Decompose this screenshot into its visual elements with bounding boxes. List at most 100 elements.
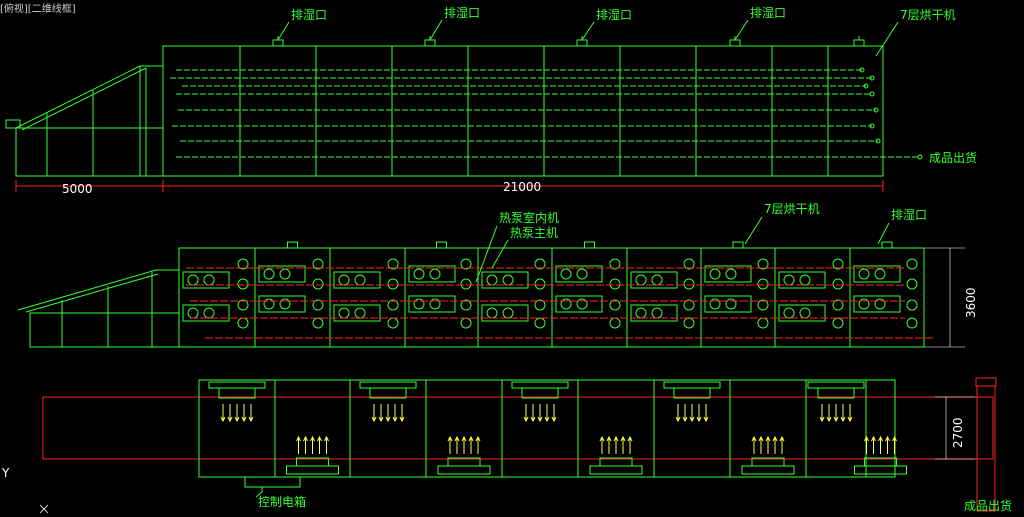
exhaust-label-side: 排湿口 (891, 207, 927, 222)
fan-icon (534, 278, 546, 290)
main-unit (437, 465, 491, 475)
fan-icon (413, 268, 425, 280)
fan-icon (460, 278, 472, 290)
fan-icon (757, 317, 769, 329)
indoor-unit (208, 381, 266, 389)
fan-icon (502, 307, 514, 319)
top-view (5, 36, 923, 192)
fan-icon (858, 268, 870, 280)
exhaust-port (732, 241, 744, 249)
fan-icon (683, 278, 695, 290)
fan-icon (187, 274, 199, 286)
heat-pump-unit (408, 295, 456, 313)
plan-body (198, 379, 896, 478)
side-ramp (17, 269, 180, 348)
fan-icon (906, 317, 918, 329)
fan-icon (237, 278, 249, 290)
fan-icon (203, 307, 215, 319)
fan-icon (486, 274, 498, 286)
heat-pump-unit (258, 295, 306, 313)
fan-icon (709, 268, 721, 280)
fan-icon (387, 278, 399, 290)
cad-drawing[interactable]: 5000 21000 排湿口 排湿口 排湿口 排湿口 7层烘干机 成品出货 36… (0, 0, 1024, 517)
fan-icon (338, 307, 350, 319)
heat-pump-unit (333, 271, 381, 289)
heat-pump-unit (630, 304, 678, 322)
fan-icon (486, 307, 498, 319)
fan-icon (560, 268, 572, 280)
fan-icon (683, 317, 695, 329)
fan-icon (783, 307, 795, 319)
exhaust-port (287, 241, 298, 249)
exhaust-label-2: 排湿口 (444, 5, 480, 20)
heat-pump-unit (333, 304, 381, 322)
fan-icon (534, 317, 546, 329)
control-box-label: 控制电箱 (258, 494, 306, 509)
fan-icon (279, 268, 291, 280)
heat-pump-unit (481, 271, 529, 289)
fan-icon (576, 268, 588, 280)
fan-icon (237, 317, 249, 329)
main-unit-label: 热泵主机 (510, 226, 558, 240)
fan-icon (832, 278, 844, 290)
indoor-unit (663, 381, 721, 389)
exhaust-label-1: 排湿口 (291, 7, 327, 22)
fan-icon (783, 274, 795, 286)
heat-pump-unit (555, 295, 603, 313)
fan-icon (906, 278, 918, 290)
heat-pump-unit (630, 271, 678, 289)
exhaust-port (881, 241, 893, 249)
exhaust-port (853, 39, 865, 47)
fan-icon (354, 274, 366, 286)
fan-icon (757, 278, 769, 290)
main-unit (741, 465, 795, 475)
dim-21000: 21000 (503, 180, 541, 194)
fan-icon (635, 274, 647, 286)
fan-icon (387, 317, 399, 329)
fan-icon (187, 307, 199, 319)
fan-icon (832, 317, 844, 329)
fan-icon (651, 307, 663, 319)
plan-view (42, 377, 997, 512)
indoor-label: 热泵室内机 (499, 210, 559, 225)
layer-roller (869, 91, 875, 97)
fan-icon (338, 274, 350, 286)
heat-pump-unit (704, 295, 752, 313)
fan-icon (906, 258, 918, 270)
heat-pump-unit (481, 304, 529, 322)
heat-pump-unit (182, 271, 230, 289)
exhaust-port (729, 39, 741, 47)
fan-icon (609, 278, 621, 290)
side-view (17, 241, 965, 348)
fan-icon (906, 299, 918, 311)
fan-icon (725, 268, 737, 280)
fan-icon (312, 317, 324, 329)
fan-icon (354, 307, 366, 319)
exhaust-port (272, 39, 284, 47)
fan-icon (799, 307, 811, 319)
indoor-unit (511, 381, 569, 389)
dryer-label-top: 7层烘干机 (900, 8, 956, 22)
fan-icon (429, 268, 441, 280)
dim-5000: 5000 (62, 182, 93, 196)
exhaust-port (436, 241, 447, 249)
fan-icon (799, 274, 811, 286)
fan-icon (460, 317, 472, 329)
exhaust-port (576, 39, 588, 47)
main-unit (589, 465, 643, 475)
dim-3600: 3600 (964, 287, 978, 318)
fan-icon (874, 268, 886, 280)
ramp-conveyor (5, 65, 164, 177)
exhaust-label-4: 排湿口 (750, 5, 786, 20)
exhaust-port (584, 241, 595, 249)
dim-2700: 2700 (951, 417, 965, 448)
fan-icon (312, 278, 324, 290)
heat-pump-unit (182, 304, 230, 322)
fan-icon (263, 268, 275, 280)
heat-pump-unit (778, 271, 826, 289)
axis-y-label: Y (1, 466, 10, 480)
fan-icon (651, 274, 663, 286)
ucs-axis-icon (39, 504, 49, 514)
exhaust-label-3: 排湿口 (596, 7, 632, 22)
indoor-unit (807, 381, 865, 389)
